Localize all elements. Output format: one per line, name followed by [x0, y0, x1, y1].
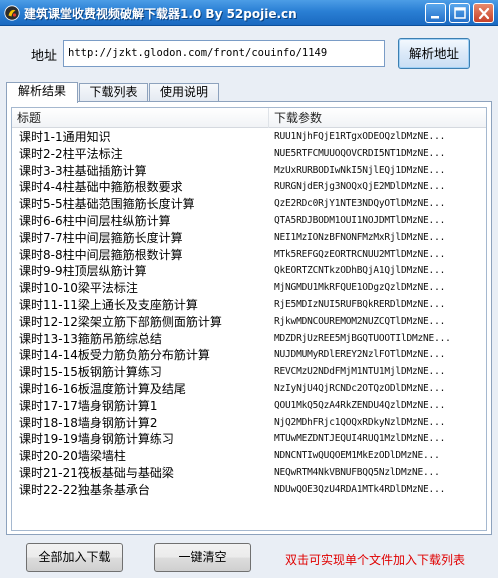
item-title: 课时9-9柱顶层纵筋计算 [19, 264, 147, 279]
item-download-param: MjNGMDU1MkRFQUE1ODgzQzlDMzNE... [274, 282, 446, 294]
column-header-param[interactable]: 下载参数 [269, 108, 486, 128]
results-panel: 标题 下载参数 课时1-1通用知识 RUU1NjhFQjE1RTgxODEOQzl… [6, 101, 492, 535]
item-download-param: NzIyNjU4QjRCNDc2OTQzODlDMzNE... [274, 382, 446, 394]
item-title: 课时17-17墙身钢筋计算1 [19, 398, 158, 413]
column-header-title[interactable]: 标题 [12, 108, 269, 128]
list-item[interactable]: 课时21-21筏板基础与基础梁 NEQwRTM4NkVBNUFBQQ5NzlDMz… [12, 465, 486, 482]
item-title: 课时20-20墙梁墙柱 [19, 449, 126, 464]
item-title: 课时12-12梁架立筋下部筋侧面筋计算 [19, 314, 222, 329]
list-item[interactable]: 课时10-10梁平法标注 MjNGMDU1MkRFQUE1ODgzQzlDMzNE… [12, 280, 486, 297]
close-button[interactable] [473, 3, 494, 23]
item-download-param: NDUwQOE3QzU4RDA1MTk4RDlDMzNE... [274, 483, 446, 495]
add-all-download-button[interactable]: 全部加入下载 [26, 543, 123, 572]
list-item[interactable]: 课时20-20墙梁墙柱 NDNCNTIwQUQOEM1MkEzODlDMzNE..… [12, 448, 486, 465]
list-item[interactable]: 课时19-19墙身钢筋计算练习 MTUwMEZDNTJEQUI4RUQ1MzlDM… [12, 431, 486, 448]
list-item[interactable]: 课时9-9柱顶层纵筋计算 QkEORTZCNTkzODhBQjA1QjlDMzNE… [12, 263, 486, 280]
item-title: 课时15-15板钢筋计算练习 [19, 365, 162, 380]
list-item[interactable]: 课时17-17墙身钢筋计算1 QOU1MkQ5QzA4RkZENDU4QzlDMz… [12, 398, 486, 415]
list-item[interactable]: 课时16-16板温度筋计算及结尾 NzIyNjU4QjRCNDc2OTQzODlD… [12, 381, 486, 398]
list-item[interactable]: 课时5-5柱基础范围箍筋长度计算 QzE2RDc0RjY1NTE3NDQyOTlD… [12, 196, 486, 213]
address-label: 地址 [31, 49, 58, 64]
maximize-button[interactable] [449, 3, 470, 23]
title-bar[interactable]: 建筑课堂收费视频破解下载器1.0 By 52pojie.cn [0, 0, 498, 26]
item-download-param: NUE5RTFCMUUOQOVCRDI5NT1DMzNE... [274, 147, 446, 159]
item-title: 课时1-1通用知识 [19, 130, 111, 144]
list-item[interactable]: 课时15-15板钢筋计算练习 REVCMzU2NDdFMjM1NTU1MjlDMz… [12, 364, 486, 381]
list-item[interactable]: 课时7-7柱中间层箍筋长度计算 NEI1MzIONzBFNONFMzMxRjlDM… [12, 230, 486, 247]
item-title: 课时2-2柱平法标注 [19, 146, 123, 161]
item-title: 课时6-6柱中间层柱纵筋计算 [19, 213, 171, 228]
item-download-param: NUJDMUMyRDlEREY2NzlFOTlDMzNE... [274, 349, 446, 361]
item-title: 课时3-3柱基础插筋计算 [19, 163, 147, 178]
address-input[interactable]: http://jzkt.glodon.com/front/couinfo/114… [63, 40, 385, 67]
list-item[interactable]: 课时3-3柱基础插筋计算 MzUxRURBODIwNkI5NjlEQj1DMzNE… [12, 163, 486, 180]
list-item[interactable]: 课时6-6柱中间层柱纵筋计算 QTA5RDJBODM1OUI1NOJDMTlDMz… [12, 213, 486, 230]
hint-text: 双击可实现单个文件加入下载列表 [285, 553, 466, 567]
item-download-param: NjQ2MDhFRjc1QOQxRDkyNzlDMzNE... [274, 416, 446, 428]
item-download-param: QzE2RDc0RjY1NTE3NDQyOTlDMzNE... [274, 198, 446, 210]
list-item[interactable]: 课时18-18墙身钢筋计算2 NjQ2MDhFRjc1QOQxRDkyNzlDMz… [12, 415, 486, 432]
item-title: 课时5-5柱基础范围箍筋长度计算 [19, 197, 195, 212]
item-download-param: RjkwMDNCOUREMOM2NUZCQTlDMzNE... [274, 315, 446, 327]
item-download-param: MDZDRjUzREE5MjBGQTUOOTIlDMzNE... [274, 332, 451, 344]
tab-parse-results[interactable]: 解析结果 [6, 82, 78, 103]
item-title: 课时22-22独基条基承台 [19, 482, 150, 497]
list-rows: 课时1-1通用知识 RUU1NjhFQjE1RTgxODEOQzlDMzNE...… [12, 129, 486, 499]
item-title: 课时18-18墙身钢筋计算2 [19, 415, 158, 430]
list-item[interactable]: 课时4-4柱基础中箍筋根数要求 RURGNjdERjg3NOQxQjE2MDlDM… [12, 179, 486, 196]
item-download-param: MTUwMEZDNTJEQUI4RUQ1MzlDMzNE... [274, 433, 446, 445]
minimize-button[interactable] [425, 3, 446, 23]
item-download-param: MzUxRURBODIwNkI5NjlEQj1DMzNE... [274, 164, 446, 176]
close-icon [478, 7, 490, 20]
list-item[interactable]: 课时13-13箍筋吊筋综总结 MDZDRjUzREE5MjBGQTUOOTIlDM… [12, 331, 486, 348]
results-list[interactable]: 标题 下载参数 课时1-1通用知识 RUU1NjhFQjE1RTgxODEOQzl… [11, 107, 487, 531]
maximize-icon [454, 7, 466, 19]
minimize-icon [431, 16, 439, 19]
app-logo-icon [4, 5, 20, 21]
item-download-param: QTA5RDJBODM1OUI1NOJDMTlDMzNE... [274, 214, 446, 226]
item-download-param: REVCMzU2NDdFMjM1NTU1MjlDMzNE... [274, 366, 446, 378]
list-item[interactable]: 课时14-14板受力筋负筋分布筋计算 NUJDMUMyRDlEREY2NzlFOT… [12, 347, 486, 364]
tab-instructions[interactable]: 使用说明 [149, 83, 219, 102]
item-download-param: QOU1MkQ5QzA4RkZENDU4QzlDMzNE... [274, 399, 446, 411]
item-title: 课时8-8柱中间层箍筋根数计算 [19, 247, 183, 262]
item-title: 课时10-10梁平法标注 [19, 281, 138, 296]
tab-download-list[interactable]: 下载列表 [79, 83, 148, 102]
item-title: 课时4-4柱基础中箍筋根数要求 [19, 180, 183, 195]
list-header: 标题 下载参数 [12, 108, 486, 128]
item-download-param: QkEORTZCNTkzODhBQjA1QjlDMzNE... [274, 265, 446, 277]
item-title: 课时11-11梁上通长及支座筋计算 [19, 297, 198, 312]
parse-address-button[interactable]: 解析地址 [398, 38, 470, 69]
list-item[interactable]: 课时22-22独基条基承台 NDUwQOE3QzU4RDA1MTk4RDlDMzN… [12, 482, 486, 499]
item-title: 课时16-16板温度筋计算及结尾 [19, 381, 186, 396]
list-item[interactable]: 课时12-12梁架立筋下部筋侧面筋计算 RjkwMDNCOUREMOM2NUZCQ… [12, 314, 486, 331]
item-download-param: NDNCNTIwQUQOEM1MkEzODlDMzNE... [274, 450, 440, 462]
item-download-param: RUU1NjhFQjE1RTgxODEOQzlDMzNE... [274, 131, 446, 142]
item-title: 课时13-13箍筋吊筋综总结 [19, 331, 162, 346]
item-download-param: NEQwRTM4NkVBNUFBQQ5NzlDMzNE... [274, 466, 440, 478]
list-item[interactable]: 课时11-11梁上通长及支座筋计算 RjE5MDIzNUI5RUFBQkRERDl… [12, 297, 486, 314]
clear-all-button[interactable]: 一键清空 [154, 543, 251, 572]
item-download-param: NEI1MzIONzBFNONFMzMxRjlDMzNE... [274, 231, 446, 243]
item-title: 课时7-7柱中间层箍筋长度计算 [19, 230, 183, 245]
list-item[interactable]: 课时2-2柱平法标注 NUE5RTFCMUUOQOVCRDI5NT1DMzNE..… [12, 146, 486, 163]
list-item[interactable]: 课时8-8柱中间层箍筋根数计算 MTk5REFGQzEORTRCNUU2MTlDM… [12, 247, 486, 264]
item-download-param: MTk5REFGQzEORTRCNUU2MTlDMzNE... [274, 248, 446, 260]
item-download-param: RjE5MDIzNUI5RUFBQkRERDlDMzNE... [274, 298, 446, 310]
item-title: 课时21-21筏板基础与基础梁 [19, 465, 174, 480]
item-download-param: RURGNjdERjg3NOQxQjE2MDlDMzNE... [274, 181, 446, 193]
item-title: 课时19-19墙身钢筋计算练习 [19, 432, 174, 447]
list-item[interactable]: 课时1-1通用知识 RUU1NjhFQjE1RTgxODEOQzlDMzNE... [12, 129, 486, 146]
item-title: 课时14-14板受力筋负筋分布筋计算 [19, 348, 210, 363]
window-title: 建筑课堂收费视频破解下载器1.0 By 52pojie.cn [24, 7, 297, 21]
